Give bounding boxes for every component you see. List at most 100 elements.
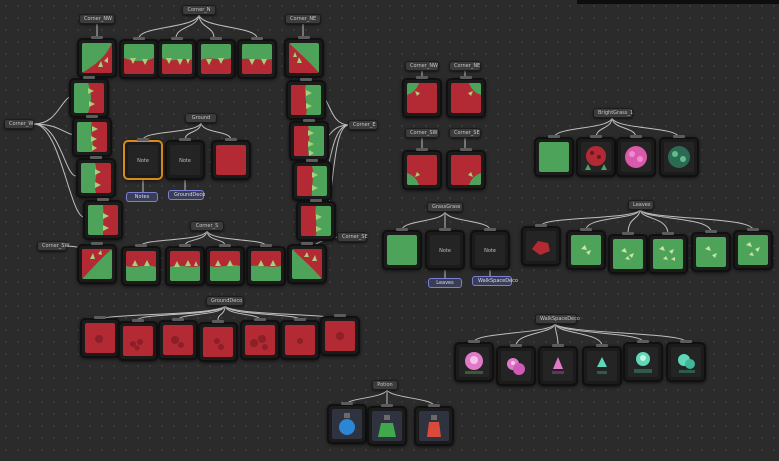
tile-node-corner-s-1[interactable] xyxy=(121,244,161,286)
tile-node-bright-grass-1[interactable] xyxy=(534,135,574,177)
tile-node-walk-deco-4[interactable] xyxy=(582,344,622,386)
group-label-text: Corner_SW xyxy=(410,130,438,136)
tile-node-corner-ne-2[interactable] xyxy=(446,76,486,118)
tile-node-ground-deco-3[interactable] xyxy=(158,318,198,360)
group-corner-n[interactable]: Corner_N xyxy=(182,5,216,15)
tile-node-walk-deco-2[interactable] xyxy=(496,344,536,386)
tag-label: WalkSpaceDeco xyxy=(478,278,518,284)
tile-node-corner-n-2[interactable] xyxy=(157,37,197,79)
group-corner-nw[interactable]: Corner_NW xyxy=(79,14,115,24)
tile-node-corner-e-4[interactable] xyxy=(296,199,336,241)
tag-label: GroundDeco xyxy=(174,192,206,198)
note-label: Note xyxy=(137,158,149,164)
group-label-text: Corner_W xyxy=(9,121,34,127)
tile-node-corner-sw[interactable] xyxy=(77,242,117,284)
group-label-text: GrassGrass xyxy=(432,204,461,210)
tile-node-corner-sw-2[interactable] xyxy=(402,148,442,190)
group-label-text: Ground xyxy=(191,115,211,121)
tile-node-corner-e-1[interactable] xyxy=(286,78,326,120)
note-node-3[interactable]: Note xyxy=(425,228,465,270)
node-graph-canvas[interactable]: Corner_NW Corner_N Corner_NE Corner_W Gr… xyxy=(0,0,779,461)
tile-node-ground-red[interactable] xyxy=(211,138,251,180)
tile-node-grass-green[interactable] xyxy=(382,228,422,270)
tile-node-potion-green[interactable] xyxy=(367,404,407,446)
tile-node-corner-n-4[interactable] xyxy=(237,37,277,79)
tile-node-potion-blue[interactable] xyxy=(327,402,367,444)
tile-node-bright-grass-4[interactable] xyxy=(659,135,699,177)
tag-walkspace-deco[interactable]: WalkSpaceDeco xyxy=(472,276,518,286)
tile-node-corner-ne[interactable] xyxy=(284,36,324,78)
group-label-text: Corner_S xyxy=(195,223,219,229)
group-label-text: Corner_SE xyxy=(454,130,480,136)
top-bar xyxy=(577,0,779,4)
tile-node-corner-n-1[interactable] xyxy=(119,37,159,79)
tile-node-ground-deco-6[interactable] xyxy=(280,318,320,360)
tag-label: Leaves xyxy=(436,280,454,286)
tile-node-leaves-2[interactable] xyxy=(566,228,606,270)
note-label: Note xyxy=(439,248,451,254)
tile-node-leaves-3[interactable] xyxy=(608,232,648,274)
group-corner-s[interactable]: Corner_S xyxy=(190,221,224,231)
tag-label: Notes xyxy=(134,194,150,200)
tag-ground-deco[interactable]: GroundDeco xyxy=(168,190,206,200)
tile-node-corner-e-2[interactable] xyxy=(289,119,329,161)
tile-node-bright-grass-3[interactable] xyxy=(616,135,656,177)
tile-node-walk-deco-1[interactable] xyxy=(454,340,494,382)
note-node-4[interactable]: Note xyxy=(470,228,510,270)
tile-node-corner-w-1[interactable] xyxy=(69,76,109,118)
group-corner-sw[interactable]: Corner_SW xyxy=(37,241,69,251)
tile-node-corner-nw[interactable] xyxy=(77,36,117,78)
tile-node-ground-deco-5[interactable] xyxy=(240,318,280,360)
tile-node-corner-w-2[interactable] xyxy=(72,115,112,157)
group-leaves[interactable]: Leaves xyxy=(628,200,654,210)
tile-node-walk-deco-6[interactable] xyxy=(666,340,706,382)
tile-node-corner-s-2[interactable] xyxy=(165,244,205,286)
tile-node-bright-grass-2[interactable] xyxy=(576,135,616,177)
group-label-text: Corner_E xyxy=(353,122,376,128)
tile-node-ground-deco-1[interactable] xyxy=(80,316,120,358)
group-corner-w[interactable]: Corner_W xyxy=(4,119,34,129)
group-label-text: Corner_N xyxy=(187,7,211,13)
group-ground-deco[interactable]: GroundDeco xyxy=(206,296,244,306)
group-potion[interactable]: Potion xyxy=(372,380,398,390)
group-corner-se[interactable]: Corner_SE xyxy=(337,232,368,242)
tag-notes[interactable]: Notes xyxy=(126,192,158,202)
note-node-1[interactable]: Note xyxy=(123,138,163,180)
tile-node-corner-s-3[interactable] xyxy=(205,244,245,286)
tile-node-corner-se-2[interactable] xyxy=(446,148,486,190)
tile-node-leaves-6[interactable] xyxy=(733,228,773,270)
group-corner-se-2[interactable]: Corner_SE xyxy=(449,128,481,138)
group-corner-e[interactable]: Corner_E xyxy=(348,120,378,130)
tile-node-corner-w-4[interactable] xyxy=(83,198,123,240)
note-node-2[interactable]: Note xyxy=(165,138,205,180)
tile-node-corner-se[interactable] xyxy=(287,242,327,284)
group-label-text: BrightGrass_1 xyxy=(598,110,634,116)
tile-node-potion-red[interactable] xyxy=(414,404,454,446)
tag-leaves[interactable]: Leaves xyxy=(428,278,462,288)
tile-node-ground-deco-4[interactable] xyxy=(198,320,238,362)
tile-node-corner-s-4[interactable] xyxy=(246,244,286,286)
group-corner-ne-2[interactable]: Corner_NE xyxy=(449,61,481,71)
group-grass-grass[interactable]: GrassGrass xyxy=(427,202,463,212)
tile-node-corner-nw-2[interactable] xyxy=(402,76,442,118)
group-corner-sw-2[interactable]: Corner_SW xyxy=(405,128,439,138)
tile-node-walk-deco-5[interactable] xyxy=(623,340,663,382)
group-corner-nw-2[interactable]: Corner_NW xyxy=(405,61,439,71)
group-label-text: Potion xyxy=(377,382,393,388)
tile-node-ground-deco-2[interactable] xyxy=(118,319,158,361)
group-label-text: Corner_NE xyxy=(454,63,481,69)
tile-node-leaves-1[interactable] xyxy=(521,224,561,266)
tile-node-walk-deco-3[interactable] xyxy=(538,344,578,386)
group-label-text: GroundDeco xyxy=(211,298,243,304)
tile-node-corner-n-3[interactable] xyxy=(196,37,236,79)
group-corner-ne[interactable]: Corner_NE xyxy=(285,14,321,24)
tile-node-corner-w-3[interactable] xyxy=(76,156,116,198)
group-walkspace-deco[interactable]: WalkSpaceDeco xyxy=(535,314,580,324)
group-ground[interactable]: Ground xyxy=(185,113,217,123)
group-bright-grass[interactable]: BrightGrass_1 xyxy=(593,108,633,118)
group-label-text: Leaves xyxy=(633,202,651,208)
tile-node-leaves-5[interactable] xyxy=(691,230,731,272)
tile-node-corner-e-3[interactable] xyxy=(292,159,332,201)
tile-node-ground-deco-7[interactable] xyxy=(320,314,360,356)
tile-node-leaves-4[interactable] xyxy=(648,232,688,274)
